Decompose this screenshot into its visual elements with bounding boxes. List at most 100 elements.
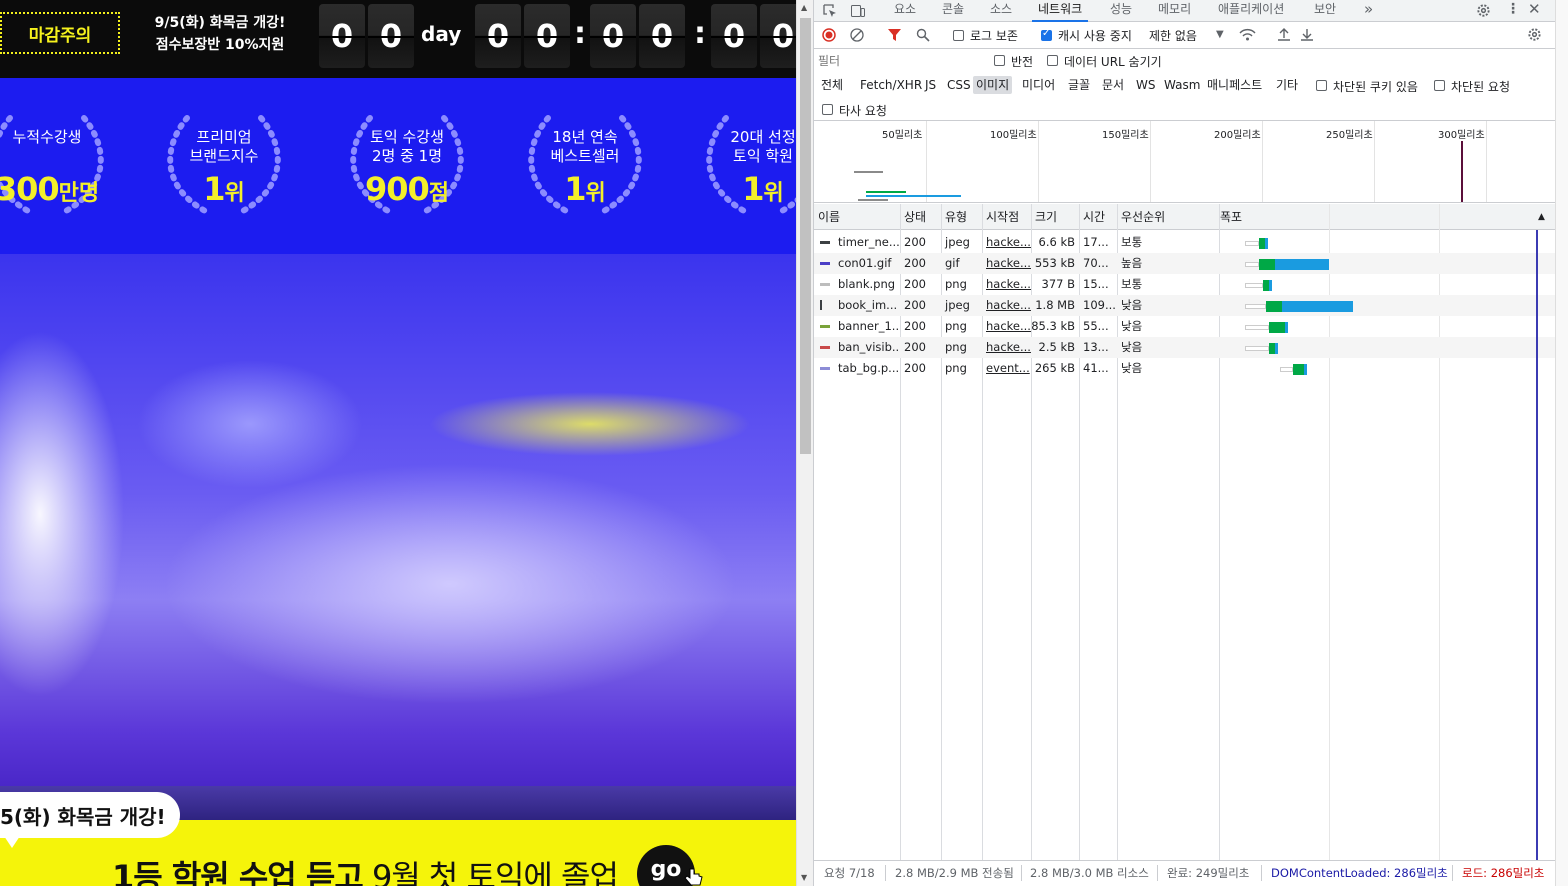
load-marker-line xyxy=(1461,141,1463,202)
request-name[interactable]: tab_bg.p... xyxy=(834,358,900,379)
tab-application[interactable]: 애플리케이션 xyxy=(1218,0,1284,22)
request-priority: 낮음 xyxy=(1121,361,1143,375)
filter-input[interactable] xyxy=(818,52,988,70)
file-type-icon xyxy=(820,300,822,310)
third-party-checkbox[interactable] xyxy=(822,104,833,115)
column-initiator[interactable]: 시작점 xyxy=(982,204,1019,230)
column-name[interactable]: 이름 xyxy=(814,204,840,230)
column-priority[interactable]: 우선순위 xyxy=(1117,204,1165,230)
disable-cache-checkbox[interactable] xyxy=(1041,28,1052,41)
tab-console[interactable]: 콘솔 xyxy=(942,0,964,22)
filter-icon[interactable] xyxy=(888,28,901,42)
close-devtools-icon[interactable]: ✕ xyxy=(1528,2,1541,17)
request-initiator[interactable]: hacke... xyxy=(982,295,1031,316)
tab-sources[interactable]: 소스 xyxy=(990,0,1012,22)
type-filter-img[interactable]: 이미지 xyxy=(973,76,1013,94)
network-overview-timeline[interactable]: 50밀리초 100밀리초 150밀리초 200밀리초 250밀리초 300밀리초 xyxy=(814,121,1556,203)
import-har-icon[interactable] xyxy=(1277,27,1291,42)
transferred-size: 2.8 MB/2.9 MB 전송됨 xyxy=(895,866,1014,880)
hide-data-urls-checkbox[interactable] xyxy=(1047,55,1058,66)
type-filter-all[interactable]: 전체 xyxy=(818,76,846,94)
table-row[interactable]: tab_bg.p... 200 png event... 265 kB 41... 낮음 xyxy=(814,358,1556,379)
request-name[interactable]: timer_ne... xyxy=(834,232,900,253)
scroll-down-icon[interactable]: ▼ xyxy=(801,873,807,882)
request-priority: 높음 xyxy=(1121,256,1143,270)
tab-elements[interactable]: 요소 xyxy=(894,0,916,22)
waterfall-download-bar xyxy=(1265,238,1269,249)
table-row[interactable]: banner_1... 200 png hacke... 85.3 kB 55... 낮음 xyxy=(814,316,1556,337)
blocked-cookies-checkbox[interactable] xyxy=(1316,80,1327,91)
clear-icon[interactable] xyxy=(850,28,864,42)
waterfall-queue-bar xyxy=(1244,304,1266,309)
type-filter-other[interactable]: 기타 xyxy=(1273,76,1301,94)
request-initiator[interactable]: event... xyxy=(982,358,1031,379)
network-status-bar: 요청 7/18 2.8 MB/2.9 MB 전송됨 2.8 MB/3.0 MB … xyxy=(814,860,1556,886)
more-tabs-icon[interactable]: » xyxy=(1364,2,1373,17)
dropdown-arrow-icon[interactable]: ▼ xyxy=(1216,28,1224,42)
table-row[interactable]: book_im... 200 jpeg hacke... 1.8 MB 109... 낮음 xyxy=(814,295,1556,316)
column-size[interactable]: 크기 xyxy=(1031,204,1057,230)
stat-label: 20대 선정 토익 학원 xyxy=(730,128,796,165)
table-row[interactable]: blank.png 200 png hacke... 377 B 15... 보통 xyxy=(814,274,1556,295)
column-type[interactable]: 유형 xyxy=(941,204,967,230)
page-scrollbar[interactable]: ▲ ▼ xyxy=(796,0,813,886)
type-filter-manifest[interactable]: 매니페스트 xyxy=(1204,76,1265,94)
request-status: 200 xyxy=(904,298,926,312)
request-name[interactable]: banner_1... xyxy=(834,316,900,337)
request-name[interactable]: blank.png xyxy=(834,274,900,295)
type-filter-wasm[interactable]: Wasm xyxy=(1161,76,1203,94)
request-initiator[interactable]: hacke... xyxy=(982,337,1031,358)
file-type-icon xyxy=(820,346,830,349)
type-filter-font[interactable]: 글꼴 xyxy=(1065,76,1093,94)
table-row[interactable]: timer_ne... 200 jpeg hacke... 6.6 kB 17... 보통 xyxy=(814,232,1556,253)
tab-performance[interactable]: 성능 xyxy=(1110,0,1132,22)
request-status: 200 xyxy=(904,340,926,354)
preserve-log-checkbox[interactable] xyxy=(953,30,964,41)
record-stop-icon[interactable] xyxy=(822,28,836,42)
column-time[interactable]: 시간 xyxy=(1079,204,1105,230)
inspect-element-icon[interactable] xyxy=(822,3,838,19)
network-conditions-icon[interactable] xyxy=(1239,28,1256,42)
column-status[interactable]: 상태 xyxy=(900,204,926,230)
tab-memory[interactable]: 메모리 xyxy=(1158,0,1191,22)
request-name[interactable]: con01.gif xyxy=(834,253,900,274)
tab-network[interactable]: 네트워크 xyxy=(1032,0,1089,22)
table-row[interactable]: ban_visib... 200 png hacke... 2.5 kB 13... 낮음 xyxy=(814,337,1556,358)
kebab-menu-icon[interactable]: ⋮ xyxy=(1506,2,1520,16)
throttle-select[interactable]: 제한 없음 xyxy=(1149,27,1197,44)
type-filter-media[interactable]: 미디어 xyxy=(1019,76,1058,94)
type-filter-js[interactable]: JS xyxy=(922,76,939,94)
network-settings-gear-icon[interactable] xyxy=(1527,27,1542,42)
table-row[interactable]: con01.gif 200 gif hacke... 553 kB 70... 높음 xyxy=(814,253,1556,274)
blocked-requests-checkbox[interactable] xyxy=(1434,80,1445,91)
type-filter-doc[interactable]: 문서 xyxy=(1099,76,1127,94)
resource-size: 2.8 MB/3.0 MB 리소스 xyxy=(1030,866,1149,880)
scroll-up-icon[interactable]: ▲ xyxy=(801,3,807,12)
waterfall-download-bar xyxy=(1275,259,1330,270)
overview-gridline xyxy=(926,121,927,202)
request-time: 41... xyxy=(1083,361,1109,375)
request-name[interactable]: book_im... xyxy=(834,295,900,316)
request-initiator[interactable]: hacke... xyxy=(982,253,1031,274)
type-filter-fetch-xhr[interactable]: Fetch/XHR xyxy=(857,76,925,94)
request-name[interactable]: ban_visib... xyxy=(834,337,900,358)
scrollbar-thumb[interactable] xyxy=(800,18,811,454)
sort-ascending-icon[interactable]: ▲ xyxy=(1534,204,1545,230)
overview-tick-label: 150밀리초 xyxy=(1102,130,1149,141)
waterfall-queue-bar xyxy=(1244,325,1269,330)
request-status: 200 xyxy=(904,361,926,375)
countdown-digit: 0 xyxy=(760,4,796,68)
settings-gear-icon[interactable] xyxy=(1476,3,1491,18)
invert-checkbox[interactable] xyxy=(994,55,1005,66)
type-filter-ws[interactable]: WS xyxy=(1133,76,1158,94)
overview-gridline xyxy=(1486,121,1487,202)
type-filter-css[interactable]: CSS xyxy=(944,76,974,94)
export-har-icon[interactable] xyxy=(1300,27,1314,42)
request-initiator[interactable]: hacke... xyxy=(982,316,1031,337)
search-icon[interactable] xyxy=(916,28,930,42)
request-initiator[interactable]: hacke... xyxy=(982,274,1031,295)
request-initiator[interactable]: hacke... xyxy=(982,232,1031,253)
device-toolbar-icon[interactable] xyxy=(850,3,866,19)
request-size: 553 kB xyxy=(1034,256,1075,270)
tab-security[interactable]: 보안 xyxy=(1314,0,1336,22)
